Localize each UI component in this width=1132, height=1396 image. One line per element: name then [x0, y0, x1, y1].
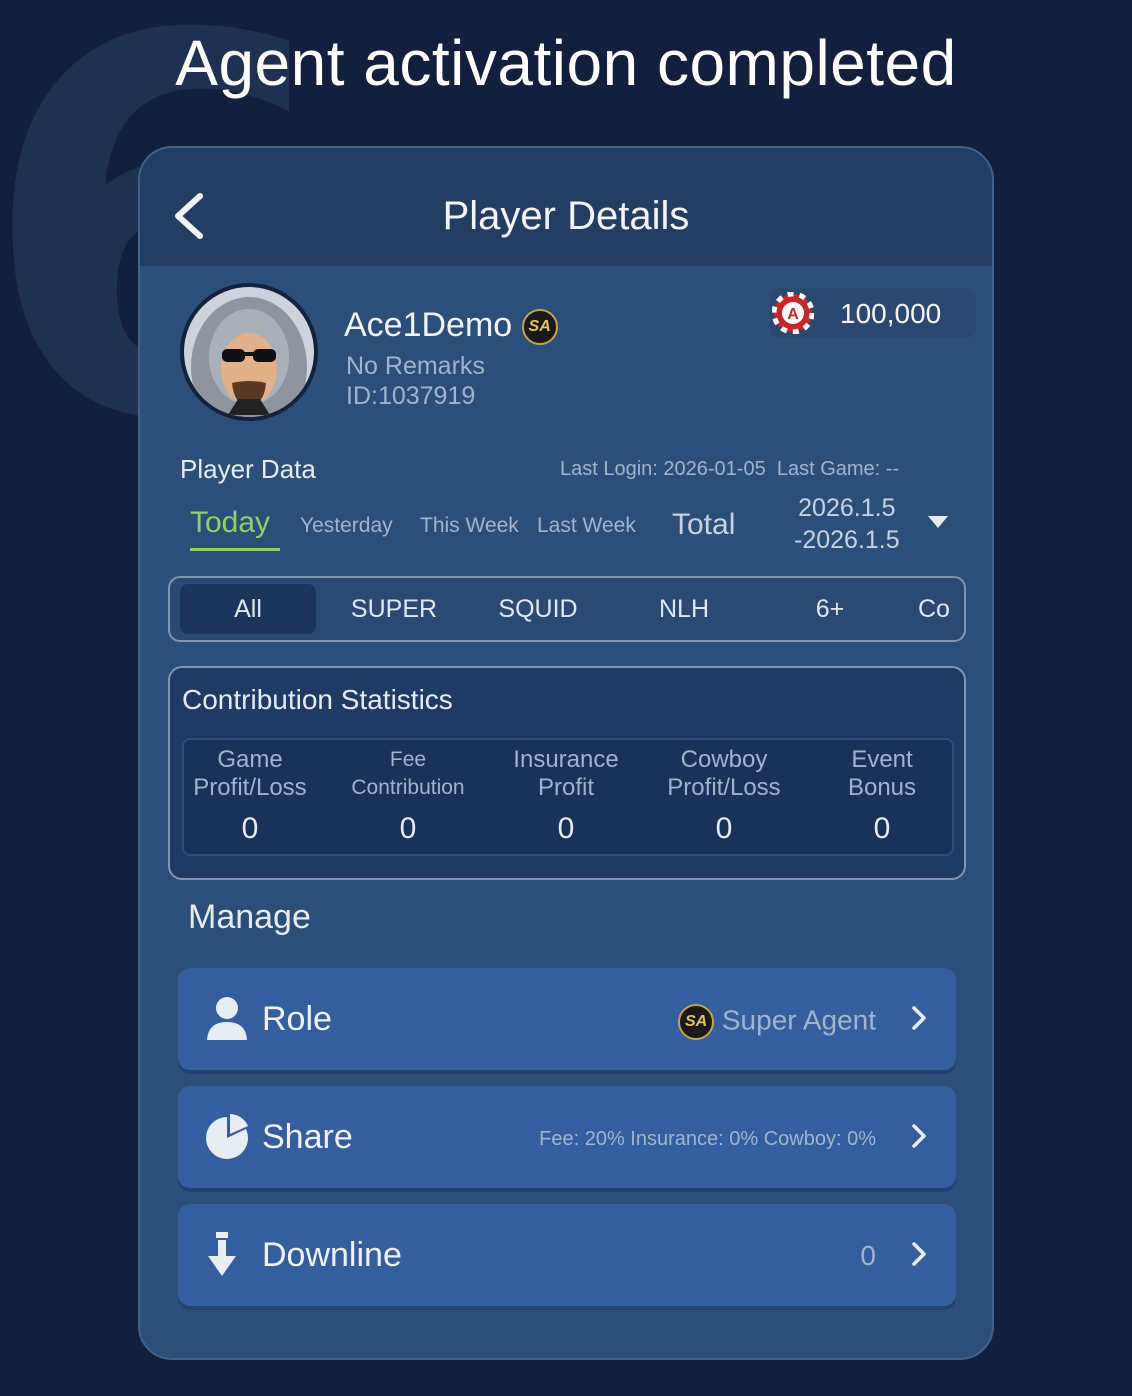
- period-tab-this-week[interactable]: This Week: [420, 514, 519, 538]
- game-tab-squid[interactable]: SQUID: [470, 578, 606, 640]
- top-bar: Player Details: [140, 148, 992, 266]
- player-data-label: Player Data: [180, 454, 316, 484]
- stat-label: Profit: [537, 774, 594, 801]
- contribution-statistics-panel: Contribution Statistics Game Profit/Loss …: [168, 666, 966, 880]
- role-text: Super Agent: [721, 1004, 876, 1036]
- game-tab-6plus[interactable]: 6+: [762, 578, 898, 640]
- page-title: Player Details: [442, 194, 690, 238]
- row-label: Role: [262, 1000, 332, 1038]
- manage-row-share[interactable]: Share Fee: 20% Insurance: 0% Cowboy: 0%: [178, 1086, 956, 1188]
- player-name: Ace1Demo SA: [344, 306, 558, 346]
- game-tab-super[interactable]: SUPER: [326, 578, 462, 640]
- download-arrow-icon: [208, 1232, 236, 1276]
- stat-label: Profit/Loss: [193, 774, 307, 801]
- stat-label: Fee: [389, 748, 427, 771]
- stat-fee-contribution: Fee Contribution 0: [332, 746, 484, 846]
- stat-event-bonus: Event Bonus 0: [806, 746, 958, 846]
- coin-balance: A 100,000: [770, 288, 976, 338]
- stat-value: 0: [399, 812, 417, 845]
- super-agent-badge: SA: [521, 309, 558, 346]
- svg-text:A: A: [787, 306, 799, 323]
- avatar: [180, 283, 318, 421]
- stat-label: Contribution: [351, 776, 465, 799]
- period-tab-today[interactable]: Today: [190, 506, 270, 540]
- player-name-text: Ace1Demo: [344, 306, 513, 344]
- poker-chip-icon: A: [772, 292, 814, 334]
- game-tab-nlh[interactable]: NLH: [616, 578, 752, 640]
- stat-value: 0: [557, 812, 575, 845]
- player-id: ID:1037919: [346, 382, 476, 410]
- stat-value: 0: [715, 812, 733, 845]
- stat-label: Event: [851, 746, 913, 773]
- downline-count: 0: [860, 1240, 876, 1271]
- manage-row-downline[interactable]: Downline 0: [178, 1204, 956, 1306]
- last-game-text: Last Game: --: [776, 458, 900, 480]
- chevron-right-icon: [912, 1242, 926, 1266]
- stats-title: Contribution Statistics: [182, 684, 453, 715]
- role-value: SA Super Agent: [678, 1004, 876, 1040]
- row-label: Share: [262, 1118, 353, 1156]
- range-start: 2026.1.5: [798, 494, 896, 522]
- chevron-right-icon: [912, 1124, 926, 1148]
- player-remarks[interactable]: No Remarks: [346, 352, 485, 381]
- range-end: -2026.1.5: [794, 526, 900, 554]
- stat-label: Profit/Loss: [667, 774, 781, 801]
- pie-chart-icon: [206, 1114, 248, 1159]
- stat-label: Game: [217, 746, 283, 773]
- user-icon: [207, 997, 247, 1040]
- game-tab-all[interactable]: All: [180, 584, 316, 634]
- chevron-down-icon[interactable]: [928, 516, 948, 528]
- headline: Agent activation completed: [175, 27, 957, 99]
- row-label: Downline: [262, 1236, 402, 1274]
- last-activity: Last Login: 2026-01-05 Last Game: --: [560, 458, 899, 481]
- stat-value: 0: [873, 812, 891, 845]
- manage-heading: Manage: [188, 898, 311, 936]
- share-value: Fee: 20% Insurance: 0% Cowboy: 0%: [539, 1128, 876, 1150]
- stat-game-profit-loss: Game Profit/Loss 0: [174, 746, 326, 846]
- period-tab-last-week[interactable]: Last Week: [537, 514, 636, 538]
- manage-row-role[interactable]: Role SA Super Agent: [178, 968, 956, 1070]
- stat-label: Insurance: [513, 746, 619, 773]
- active-period-underline: [190, 548, 280, 551]
- period-tab-total[interactable]: Total: [672, 508, 735, 542]
- stat-label: Bonus: [847, 774, 917, 801]
- date-range-selector[interactable]: 2026.1.5 -2026.1.5: [794, 492, 900, 556]
- last-login-text: Last Login: 2026-01-05: [560, 458, 766, 480]
- stat-cowboy-profit-loss: Cowboy Profit/Loss 0: [648, 746, 800, 846]
- game-tab-cowboy[interactable]: Co: [918, 578, 964, 640]
- stat-label: Cowboy: [680, 746, 768, 773]
- stat-value: 0: [241, 812, 259, 845]
- game-type-tabs: All SUPER SQUID NLH 6+ Co: [168, 576, 966, 642]
- stats-grid: Game Profit/Loss 0 Fee Contribution 0 Insu…: [182, 738, 954, 856]
- chevron-right-icon: [912, 1006, 926, 1030]
- period-tab-yesterday[interactable]: Yesterday: [300, 514, 393, 538]
- player-details-screen: Player Details Ace1Demo SA No Remarks ID…: [138, 146, 994, 1360]
- super-agent-badge: SA: [678, 1004, 715, 1040]
- coin-amount: 100,000: [840, 298, 942, 329]
- stat-insurance-profit: Insurance Profit 0: [490, 746, 642, 846]
